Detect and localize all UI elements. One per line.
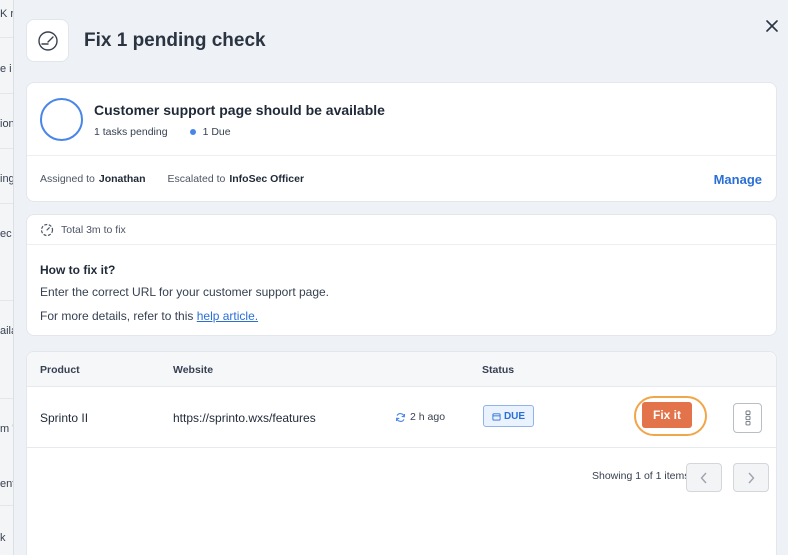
fix-instructions-card: Total 3m to fix How to fix it? Enter the… xyxy=(26,214,777,336)
howto-title: How to fix it? xyxy=(40,263,116,277)
next-page-button[interactable] xyxy=(733,463,769,492)
divider xyxy=(0,37,13,38)
products-table: Product Website Status Sprinto II https:… xyxy=(26,351,777,555)
product-cell: Sprinto II xyxy=(40,411,89,425)
background-text: ing xyxy=(0,173,14,185)
sync-time: 2 h ago xyxy=(410,411,446,423)
background-page: K r e i ion ing ec aila m ' ent k xyxy=(0,0,14,555)
due-count-text: 1 Due xyxy=(202,126,231,138)
background-text: aila xyxy=(0,325,13,337)
check-title: Customer support page should be availabl… xyxy=(94,102,385,118)
time-to-fix: Total 3m to fix xyxy=(40,223,126,237)
divider xyxy=(27,155,776,156)
status-text: DUE xyxy=(503,410,526,422)
divider xyxy=(0,300,13,301)
divider xyxy=(0,148,13,149)
previous-page-button[interactable] xyxy=(686,463,722,492)
column-header-website: Website xyxy=(173,364,214,376)
column-header-status: Status xyxy=(482,364,515,376)
sync-status: 2 h ago xyxy=(395,411,445,423)
refresh-icon xyxy=(395,412,406,422)
escalation: Escalated to InfoSec Officer xyxy=(168,173,304,185)
timer-icon xyxy=(40,223,54,237)
escalated-to-name: InfoSec Officer xyxy=(229,173,305,185)
gauge-icon xyxy=(26,19,69,62)
check-summary-card: Customer support page should be availabl… xyxy=(26,82,777,202)
close-icon[interactable] xyxy=(762,16,782,36)
due-dot-icon xyxy=(189,129,196,135)
tasks-pending-text: 1 tasks pending xyxy=(94,126,168,138)
divider xyxy=(0,398,13,399)
table-header: Product Website Status xyxy=(27,352,776,387)
pagination-summary: Showing 1 of 1 items xyxy=(592,470,690,482)
details-text: For more details, refer to this help art… xyxy=(40,309,258,323)
table-row: Sprinto II https://sprinto.wxs/features … xyxy=(27,388,776,448)
chevron-right-icon xyxy=(748,472,755,483)
escalated-label: Escalated to xyxy=(167,173,226,185)
calendar-icon xyxy=(492,412,501,421)
divider xyxy=(27,244,776,245)
page-title: Fix 1 pending check xyxy=(84,30,266,51)
howto-text: Enter the correct URL for your customer … xyxy=(40,285,330,299)
background-text: ent xyxy=(0,478,14,490)
chevron-left-icon xyxy=(700,472,707,483)
check-meta: 1 tasks pending 1 Due xyxy=(94,126,231,138)
assignment-row: Assigned to Jonathan Escalated to InfoSe… xyxy=(40,173,304,185)
divider xyxy=(0,505,13,506)
background-text: e i xyxy=(0,63,12,75)
fix-it-button[interactable]: Fix it xyxy=(642,402,692,428)
help-article-link[interactable]: help article. xyxy=(197,309,258,323)
time-to-fix-text: Total 3m to fix xyxy=(61,224,126,236)
background-text: ec xyxy=(0,228,12,240)
background-text: k xyxy=(0,532,6,544)
more-options-button[interactable] xyxy=(733,403,762,433)
column-header-product: Product xyxy=(40,364,80,376)
fix-check-panel: Fix 1 pending check Customer support pag… xyxy=(14,0,788,555)
background-text: K r xyxy=(0,8,14,20)
background-text: ion xyxy=(0,118,14,130)
divider xyxy=(0,203,13,204)
background-text: m ' xyxy=(0,423,14,435)
divider xyxy=(0,93,13,94)
assignee-name: Jonathan xyxy=(98,173,146,185)
assigned-label: Assigned to xyxy=(40,173,95,185)
kebab-menu-icon xyxy=(745,410,750,426)
progress-ring-icon xyxy=(40,98,83,141)
details-prefix: For more details, refer to this xyxy=(40,309,197,323)
website-cell: https://sprinto.wxs/features xyxy=(173,411,316,425)
manage-link[interactable]: Manage xyxy=(714,172,762,187)
status-badge: DUE xyxy=(483,405,534,427)
